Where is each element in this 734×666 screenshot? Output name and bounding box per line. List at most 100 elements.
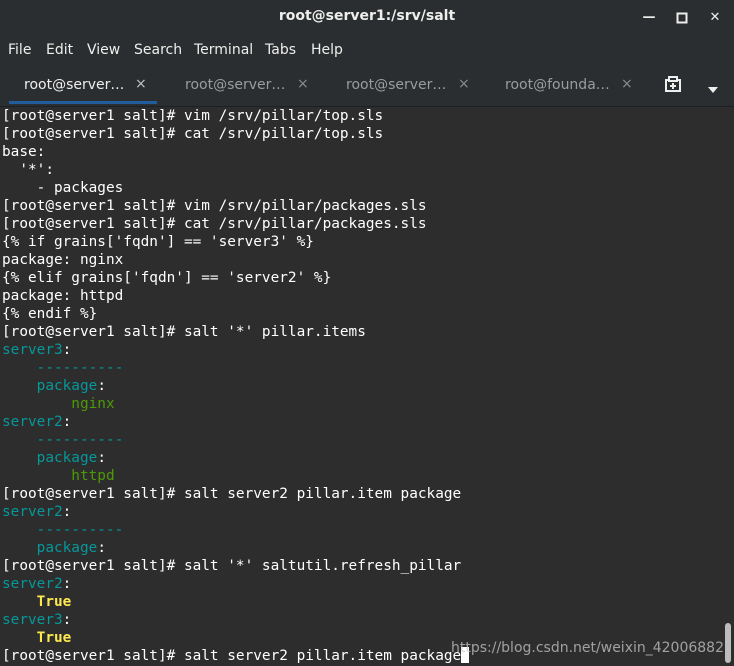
terminal-line: [root@server1 salt]# cat /srv/pillar/pac… [0, 215, 722, 233]
terminal-text: ---------- [2, 432, 124, 448]
terminal-line: server2: [0, 413, 722, 431]
terminal-line: server3: [0, 611, 722, 629]
terminal-line: package: [0, 377, 722, 395]
terminal-text: : [62, 612, 72, 628]
terminal-text: : [62, 576, 72, 592]
terminal-line: True [0, 593, 722, 611]
terminal-line: {% endif %} [0, 305, 722, 323]
tab-3[interactable]: root@server… × [322, 64, 482, 106]
window-title: root@server1:/srv/salt [278, 8, 456, 24]
terminal-text: server2 [2, 576, 63, 592]
terminal-text: [root@server1 salt]# salt '*' saltutil.r… [2, 558, 462, 574]
terminal-line: package: [0, 449, 722, 467]
menu-file[interactable]: File [8, 42, 31, 58]
terminal-text: : [97, 450, 106, 466]
menu-bar: File Edit View Search Terminal Tabs Help [0, 36, 734, 64]
terminal-text: nginx [2, 396, 115, 412]
menu-tabs[interactable]: Tabs [265, 42, 296, 58]
menu-help[interactable]: Help [311, 42, 343, 58]
terminal-text: - packages [2, 180, 124, 196]
terminal-text: : [97, 378, 106, 394]
maximize-button[interactable] [673, 9, 691, 27]
tab-close-icon[interactable]: × [621, 76, 633, 92]
terminal-text: package [2, 378, 98, 394]
tab-close-icon[interactable]: × [458, 76, 470, 92]
terminal-line: [root@server1 salt]# salt '*' saltutil.r… [0, 557, 722, 575]
terminal-text: server2 [2, 414, 63, 430]
terminal-text: {% endif %} [2, 306, 98, 322]
menu-terminal[interactable]: Terminal [194, 42, 253, 58]
terminal-text: package: httpd [2, 288, 124, 304]
maximize-icon [676, 12, 688, 24]
tab-label: root@server… [185, 77, 286, 93]
terminal-text: : [97, 540, 106, 556]
terminal-text: ---------- [2, 360, 124, 376]
terminal-text: : [62, 504, 72, 520]
active-tab-indicator [9, 101, 157, 104]
tab-close-icon[interactable]: × [135, 76, 147, 92]
terminal-line: server3: [0, 341, 722, 359]
terminal-line: base: [0, 143, 722, 161]
terminal-text: [root@server1 salt]# salt server2 pillar… [2, 486, 462, 502]
terminal-text: {% if grains['fqdn'] == 'server3' %} [2, 234, 314, 250]
scrollbar[interactable] [722, 107, 734, 666]
terminal-line: [root@server1 salt]# vim /srv/pillar/top… [0, 107, 722, 125]
terminal-text: [root@server1 salt]# cat /srv/pillar/top… [2, 126, 384, 142]
terminal-text: server3 [2, 342, 63, 358]
scrollbar-thumb[interactable] [725, 623, 731, 663]
terminal-line: {% elif grains['fqdn'] == 'server2' %} [0, 269, 722, 287]
terminal-text: [root@server1 salt]# salt server2 pillar… [2, 648, 462, 664]
terminal-line: package: [0, 539, 722, 557]
tab-bar: root@server… × root@server… × root@serve… [0, 64, 734, 107]
terminal-text: httpd [2, 468, 115, 484]
chevron-down-icon[interactable] [706, 80, 720, 93]
terminal-text: package [2, 450, 98, 466]
tab-label: root@server… [24, 77, 125, 93]
terminal-line: - packages [0, 179, 722, 197]
terminal-text: : [62, 414, 72, 430]
terminal-text: : [62, 342, 72, 358]
terminal-line: package: httpd [0, 287, 722, 305]
tab-label: root@server… [346, 77, 447, 93]
terminal-text: package: nginx [2, 252, 124, 268]
watermark: https://blog.csdn.net/weixin_42006882 [450, 640, 724, 656]
terminal-text: [root@server1 salt]# vim /srv/pillar/top… [2, 108, 384, 124]
terminal-text: base: [2, 144, 46, 160]
terminal-line: '*': [0, 161, 722, 179]
tab-2[interactable]: root@server… × [161, 64, 321, 106]
terminal-output[interactable]: [root@server1 salt]# vim /srv/pillar/top… [0, 107, 722, 666]
title-bar: root@server1:/srv/salt — ✕ [0, 0, 734, 36]
terminal-line: ---------- [0, 521, 722, 539]
terminal-line: [root@server1 salt]# salt '*' pillar.ite… [0, 323, 722, 341]
terminal-line: ---------- [0, 359, 722, 377]
terminal-line: server2: [0, 503, 722, 521]
menu-search[interactable]: Search [134, 42, 182, 58]
terminal-line: httpd [0, 467, 722, 485]
close-window-button[interactable]: ✕ [706, 9, 724, 27]
menu-edit[interactable]: Edit [46, 42, 73, 58]
terminal-line: [root@server1 salt]# cat /srv/pillar/top… [0, 125, 722, 143]
terminal-text: True [2, 630, 72, 646]
terminal-line: ---------- [0, 431, 722, 449]
new-tab-icon[interactable] [664, 76, 684, 94]
terminal-text: package [2, 540, 98, 556]
terminal-text: [root@server1 salt]# vim /srv/pillar/pac… [2, 198, 427, 214]
terminal-text: server2 [2, 504, 63, 520]
terminal-text: ---------- [2, 522, 124, 538]
terminal-text: True [2, 594, 72, 610]
terminal-text: '*': [2, 162, 54, 178]
terminal-line: server2: [0, 575, 722, 593]
minimize-button[interactable]: — [640, 9, 658, 27]
terminal-text: [root@server1 salt]# cat /srv/pillar/pac… [2, 216, 427, 232]
terminal-text: [root@server1 salt]# salt '*' pillar.ite… [2, 324, 366, 340]
tab-close-icon[interactable]: × [297, 76, 309, 92]
terminal-line: nginx [0, 395, 722, 413]
tab-4[interactable]: root@founda… × [481, 64, 641, 106]
terminal-text: {% elif grains['fqdn'] == 'server2' %} [2, 270, 332, 286]
terminal-line: [root@server1 salt]# vim /srv/pillar/pac… [0, 197, 722, 215]
terminal-line: package: nginx [0, 251, 722, 269]
tab-1[interactable]: root@server… × [0, 64, 160, 106]
menu-view[interactable]: View [87, 42, 120, 58]
terminal-text: server3 [2, 612, 63, 628]
terminal-line: {% if grains['fqdn'] == 'server3' %} [0, 233, 722, 251]
